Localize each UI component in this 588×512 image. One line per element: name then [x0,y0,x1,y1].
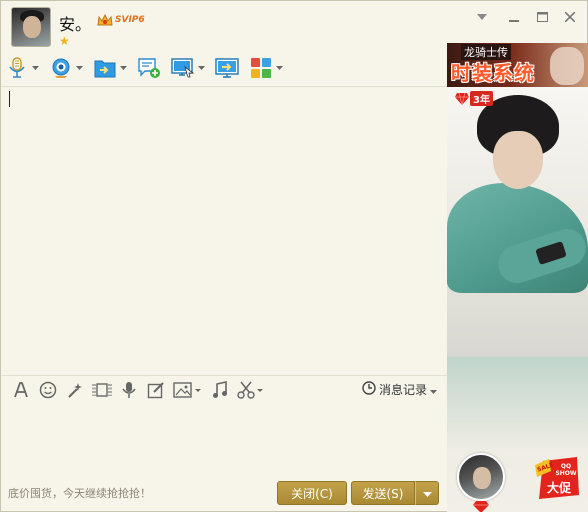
banner-character-image [550,47,584,85]
message-history-label: 消息记录 [378,383,427,397]
anniversary-badge: 3年 [455,91,493,106]
voice-message-icon[interactable] [118,379,140,401]
promo-link[interactable]: 底价囤货，今天继续抢抢抢！ [8,485,151,501]
ad-banner[interactable]: 龙骑士传 时装系统 [447,43,588,87]
qq-show-sale-badge[interactable]: SALE QQ SHOW 大促 [533,455,583,501]
text-cursor [9,91,10,107]
diamond-icon [455,92,469,105]
star-icon[interactable]: ★ [59,35,71,47]
diamond-icon [473,501,489,512]
remote-desktop-icon [171,57,195,79]
self-avatar-face [473,467,491,489]
music-icon[interactable] [209,379,231,401]
screen-share-icon [215,57,239,79]
avatar-face [23,16,41,38]
maximize-icon[interactable] [533,9,551,25]
chevron-down-icon[interactable] [31,64,39,72]
chevron-down-icon[interactable] [119,64,127,72]
qq-show-image[interactable]: 3年 [447,87,588,512]
doodle-icon[interactable] [145,379,167,401]
message-history-area[interactable] [2,87,447,374]
screenshot-icon[interactable] [91,379,113,401]
send-file-button[interactable] [93,54,127,82]
qq-show-label: QQ SHOW [555,463,577,477]
new-discussion-button[interactable] [137,54,161,82]
qq-show-panel: 龙骑士传 时装系统 3年 SALE QQ SHOW 大促 [447,43,588,512]
chat-toolbar [5,53,293,83]
message-history-button[interactable]: 消息记录 [362,381,437,398]
screen-share-button[interactable] [215,54,239,82]
close-icon[interactable] [561,9,579,25]
send-options-button[interactable] [415,481,439,505]
contact-name[interactable]: 安。 [59,11,91,35]
sale-label: 大促 [547,481,572,495]
dropdown-arrow-icon[interactable] [473,9,491,25]
font-icon[interactable] [10,379,32,401]
microphone-icon [5,57,29,79]
scissors-icon[interactable] [236,379,266,401]
video-call-button[interactable] [49,54,83,82]
emoji-icon[interactable] [37,379,59,401]
chevron-down-icon [422,486,432,500]
send-button[interactable]: 发送(S) [351,481,415,505]
image-icon[interactable] [172,379,204,401]
send-file-icon [93,57,117,79]
chevron-down-icon[interactable] [75,64,83,72]
new-discussion-icon [137,57,161,79]
ad-banner-headline: 时装系统 [451,61,535,85]
webcam-icon [49,57,73,79]
contact-avatar[interactable] [11,7,51,47]
chevron-down-icon [430,383,437,397]
svip-badge[interactable]: SVIP6 [97,13,145,27]
chat-window: 安。 SVIP6 ★ 消息记录 底价囤货，今天继续抢抢抢！ 关闭(C) 发送(S… [0,0,588,512]
close-button[interactable]: 关闭(C) [277,481,347,505]
apps-button[interactable] [249,54,283,82]
crown-icon [97,13,113,27]
chevron-down-icon[interactable] [275,64,283,72]
anniversary-label: 3年 [470,91,493,106]
chevron-down-icon[interactable] [197,64,205,72]
magic-icon[interactable] [64,379,86,401]
input-toolbar: 消息记录 [2,375,447,403]
photo-face [493,131,543,189]
remote-desktop-button[interactable] [171,54,205,82]
self-avatar[interactable] [457,453,505,501]
svip-label: SVIP6 [115,15,145,25]
minimize-icon[interactable] [505,9,523,25]
apps-icon [249,57,273,79]
clock-icon [362,381,376,398]
chat-footer: 底价囤货，今天继续抢抢抢！ 关闭(C) 发送(S) [2,477,447,511]
show-photo [447,87,588,357]
voice-call-button[interactable] [5,54,39,82]
message-input[interactable] [2,403,447,477]
